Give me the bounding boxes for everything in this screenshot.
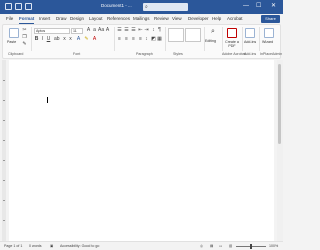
read-mode-icon[interactable]: ▤ xyxy=(210,244,213,249)
tab-layout[interactable]: Layout xyxy=(89,15,103,22)
document-area xyxy=(0,60,283,241)
tab-review[interactable]: Review xyxy=(154,15,169,22)
change-case-icon[interactable]: Aa xyxy=(98,28,104,33)
wizard-label[interactable]: Wizard xyxy=(262,40,273,44)
paste-icon[interactable] xyxy=(9,28,19,38)
title-bar: Document1 - ... ⌕ — ☐ ✕ xyxy=(0,0,283,14)
tab-acrobat[interactable]: Acrobat xyxy=(227,15,243,22)
multilevel-list-icon[interactable]: ☰ xyxy=(131,28,136,33)
print-layout-icon[interactable]: ▭ xyxy=(219,244,222,249)
autosave-icon[interactable] xyxy=(5,3,12,10)
editing-icon[interactable]: ⌕ xyxy=(209,28,217,37)
underline-icon[interactable]: U xyxy=(46,37,51,42)
borders-icon[interactable]: ▦ xyxy=(157,37,162,42)
tab-developer[interactable]: Developer xyxy=(188,15,209,22)
align-center-icon[interactable]: ≡ xyxy=(124,37,129,42)
search-icon: ⌕ xyxy=(145,4,148,10)
document-title: Document1 - ... xyxy=(101,3,132,8)
highlight-icon[interactable]: ✎ xyxy=(84,37,89,42)
style-normal[interactable] xyxy=(168,28,184,42)
wizard-icon[interactable] xyxy=(264,28,274,38)
tab-view[interactable]: View xyxy=(172,15,182,22)
tab-format[interactable]: Format xyxy=(19,15,35,24)
show-marks-icon[interactable]: ¶ xyxy=(157,28,162,33)
line-spacing-icon[interactable]: ↕ xyxy=(144,37,149,42)
shrink-font-icon[interactable]: a xyxy=(92,28,97,33)
bold-icon[interactable]: B xyxy=(34,37,39,42)
justify-icon[interactable]: ≡ xyxy=(138,37,143,42)
subscript-icon[interactable]: x xyxy=(62,37,67,42)
paste-label: Paste xyxy=(7,40,17,44)
grow-font-icon[interactable]: A xyxy=(86,28,91,33)
create-pdf-icon[interactable] xyxy=(227,28,237,38)
add-ins-icon[interactable] xyxy=(245,28,255,38)
font-color-icon[interactable]: A xyxy=(92,37,97,42)
tab-mailings[interactable]: Mailings xyxy=(133,15,150,22)
proofing-icon[interactable]: ▣ xyxy=(50,244,53,249)
save-icon[interactable] xyxy=(15,3,22,10)
undo-icon[interactable] xyxy=(25,3,32,10)
accessibility-status[interactable]: Accessibility: Good to go xyxy=(60,244,99,249)
zoom-slider-knob[interactable] xyxy=(250,244,252,249)
create-pdf-label[interactable]: Create a PDF xyxy=(224,40,240,48)
vertical-scrollbar[interactable] xyxy=(277,60,283,241)
shading-icon[interactable]: ◩ xyxy=(151,37,156,42)
clipboard-group-label: Clipboard xyxy=(8,52,24,56)
tab-file[interactable]: File xyxy=(6,15,13,22)
tab-draw[interactable]: Draw xyxy=(56,15,67,22)
format-painter-icon[interactable]: ✎ xyxy=(22,42,27,47)
tab-help[interactable]: Help xyxy=(212,15,221,22)
increase-indent-icon[interactable]: ⇥ xyxy=(144,28,149,33)
strikethrough-icon[interactable]: ab xyxy=(54,37,60,42)
cut-icon[interactable]: ✂ xyxy=(22,28,27,33)
font-size-select[interactable]: 11 xyxy=(71,28,83,34)
document-page[interactable] xyxy=(9,60,274,241)
text-effects-icon[interactable]: A xyxy=(76,37,81,42)
font-family-select[interactable]: Aptos xyxy=(34,28,70,34)
page-count[interactable]: Page 1 of 1 xyxy=(4,244,22,249)
ribbon-tabs: File Format Insert Draw Design Layout Re… xyxy=(0,14,283,24)
add-ins-group-label: Add-ins xyxy=(244,52,257,56)
scrollbar-thumb[interactable] xyxy=(278,64,281,144)
web-layout-icon[interactable]: ▥ xyxy=(229,244,232,249)
italic-icon[interactable]: I xyxy=(40,37,45,42)
clear-formatting-icon[interactable]: A xyxy=(105,28,110,33)
minimize-button[interactable]: — xyxy=(243,3,249,10)
bullets-icon[interactable]: ☰ xyxy=(117,28,122,33)
align-right-icon[interactable]: ≡ xyxy=(131,37,136,42)
styles-group-label: Styles xyxy=(173,52,183,56)
add-ins-label[interactable]: Add-ins xyxy=(244,40,256,44)
text-cursor xyxy=(47,97,48,103)
maximize-button[interactable]: ☐ xyxy=(256,3,261,10)
wizard-group-label: InPlaceAdmin xyxy=(260,52,283,56)
superscript-icon[interactable]: x xyxy=(68,37,73,42)
font-group-label: Font xyxy=(73,52,81,56)
paragraph-group-label: Paragraph xyxy=(136,52,153,56)
align-left-icon[interactable]: ≡ xyxy=(117,37,122,42)
tab-insert[interactable]: Insert xyxy=(39,15,50,22)
numbering-icon[interactable]: ☰ xyxy=(124,28,129,33)
zoom-level[interactable]: 100% xyxy=(269,244,278,249)
close-button[interactable]: ✕ xyxy=(271,3,276,10)
editing-label[interactable]: Editing xyxy=(205,39,216,43)
copy-icon[interactable]: ❐ xyxy=(22,35,27,40)
tab-references[interactable]: References xyxy=(107,15,130,22)
decrease-indent-icon[interactable]: ⇤ xyxy=(138,28,143,33)
ribbon: Paste ✂ ❐ ✎ Clipboard Aptos 11 A a Aa A … xyxy=(2,24,283,59)
status-bar: Page 1 of 1 0 words ▣ Accessibility: Goo… xyxy=(0,241,283,250)
vertical-ruler xyxy=(2,60,6,241)
adobe-group-label: Adobe Acrobat xyxy=(222,52,246,56)
share-button[interactable]: Share xyxy=(261,15,280,23)
focus-icon[interactable]: ◎ xyxy=(200,244,203,249)
style-no-spacing[interactable] xyxy=(185,28,201,42)
word-count[interactable]: 0 words xyxy=(29,244,42,249)
sort-icon[interactable]: ↕ xyxy=(151,28,156,33)
search-input[interactable]: ⌕ xyxy=(143,3,188,11)
tab-design[interactable]: Design xyxy=(70,15,84,22)
